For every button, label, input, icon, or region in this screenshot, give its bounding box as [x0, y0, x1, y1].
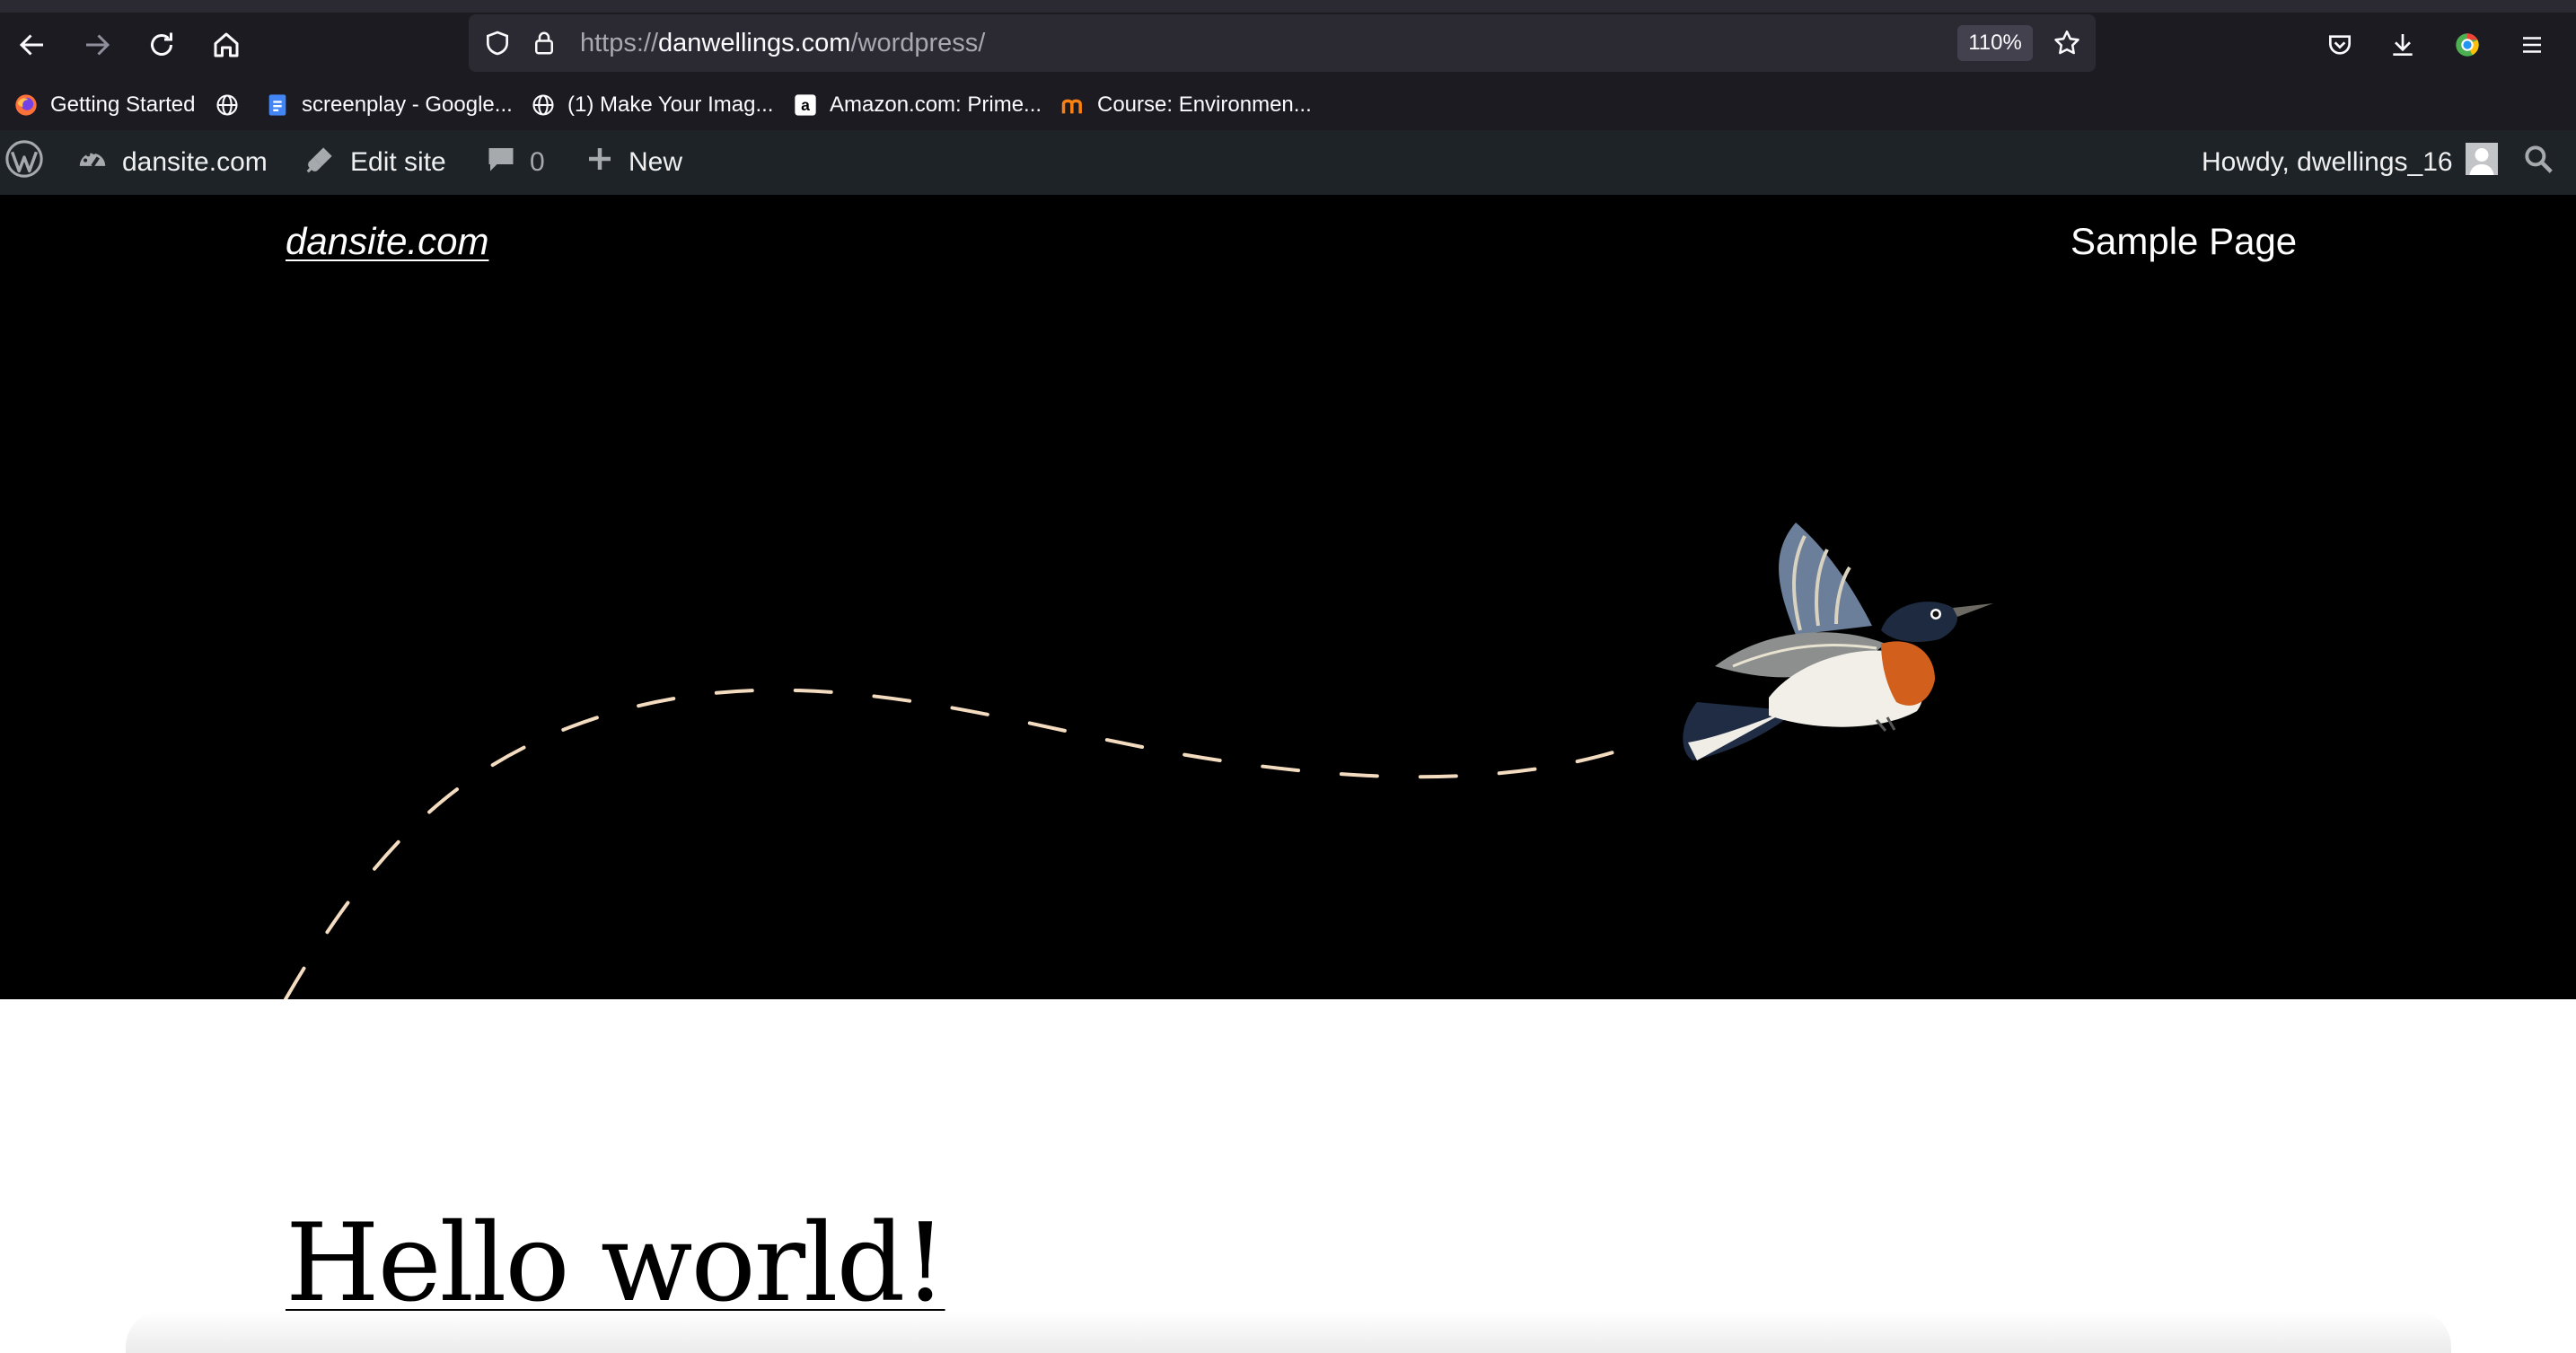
- plus-icon: [584, 143, 616, 182]
- comments-count: 0: [530, 147, 545, 177]
- globe-icon: [530, 92, 557, 119]
- back-arrow-icon: [19, 34, 43, 56]
- forward-button[interactable]: [74, 22, 120, 68]
- bookmark-amazon[interactable]: a Amazon.com: Prime...: [792, 83, 1042, 127]
- flying-bird-illustration: [1683, 523, 1993, 760]
- edit-site-label: Edit site: [350, 147, 446, 177]
- site-header-hero: dansite.com Sample Page: [0, 195, 2576, 999]
- url-scheme: https://: [580, 29, 659, 57]
- new-label: New: [629, 147, 683, 177]
- browser-chrome: https://danwellings.com/wordpress/ 110% …: [0, 0, 2576, 130]
- adminbar-search-button[interactable]: [2521, 130, 2555, 195]
- downloads-icon[interactable]: [2383, 25, 2422, 65]
- howdy-label: Howdy, dwellings_16: [2202, 147, 2453, 177]
- bookmark-label: screenplay - Google...: [302, 92, 513, 117]
- home-icon: [214, 32, 239, 57]
- post-title-link[interactable]: Hello world!: [286, 1201, 947, 1326]
- bookmark-star-icon[interactable]: [2049, 25, 2085, 61]
- lock-icon[interactable]: [528, 27, 560, 59]
- search-icon: [2521, 142, 2555, 183]
- firefox-icon: [13, 92, 40, 119]
- pocket-icon[interactable]: [2320, 25, 2360, 65]
- bookmark-label: (1) Make Your Imag...: [567, 92, 774, 117]
- amazon-icon: a: [792, 92, 819, 119]
- tab-strip: [0, 0, 2576, 13]
- url-host: danwellings.com: [658, 29, 851, 57]
- extension-icon[interactable]: [2448, 25, 2487, 65]
- zoom-level-button[interactable]: 110%: [1957, 25, 2033, 61]
- menu-icon[interactable]: [2512, 25, 2552, 65]
- url-text[interactable]: https://danwellings.com/wordpress/: [580, 29, 985, 58]
- google-docs-icon: [264, 92, 291, 119]
- flight-path-dashed-line: [284, 688, 1645, 999]
- bookmark-course[interactable]: Course: Environmen...: [1059, 83, 1312, 127]
- bookmark-label: Getting Started: [50, 92, 196, 117]
- my-account-button[interactable]: Howdy, dwellings_16: [2202, 130, 2498, 195]
- bookmark-label: Course: Environmen...: [1097, 92, 1312, 117]
- reload-button[interactable]: [138, 22, 185, 68]
- site-title-link[interactable]: dansite.com: [286, 220, 488, 263]
- adminbar-site-label: dansite.com: [122, 147, 268, 177]
- reload-icon: [151, 32, 172, 56]
- content-shadow: [126, 1311, 2451, 1353]
- moodle-icon: [1059, 92, 1086, 119]
- bookmark-getting-started[interactable]: Getting Started: [13, 83, 195, 127]
- bookmark-label: Amazon.com: Prime...: [830, 92, 1042, 117]
- nav-sample-page-link[interactable]: Sample Page: [2070, 220, 2297, 263]
- bookmark-screenplay[interactable]: screenplay - Google...: [264, 83, 513, 127]
- globe-icon: [214, 92, 241, 119]
- home-button[interactable]: [203, 22, 250, 68]
- wp-logo-button[interactable]: [4, 130, 45, 195]
- bookmark-globe[interactable]: [214, 83, 241, 127]
- comment-bubble-icon: [485, 143, 517, 182]
- wordpress-logo-icon: [4, 138, 45, 187]
- avatar: [2465, 143, 2498, 182]
- forward-arrow-icon: [86, 34, 110, 56]
- wp-admin-bar: dansite.com Edit site 0 New Howdy, dwell…: [0, 130, 2576, 195]
- new-content-button[interactable]: New: [584, 130, 682, 195]
- dashboard-gauge-icon: [75, 142, 110, 183]
- tracking-protection-shield-icon[interactable]: [481, 27, 514, 59]
- back-button[interactable]: [9, 22, 56, 68]
- adminbar-site-name[interactable]: dansite.com: [75, 130, 268, 195]
- brush-icon: [303, 142, 338, 183]
- comments-button[interactable]: 0: [485, 130, 545, 195]
- edit-site-button[interactable]: Edit site: [303, 130, 446, 195]
- address-bar[interactable]: https://danwellings.com/wordpress/ 110%: [469, 14, 2096, 72]
- url-path: /wordpress/: [850, 29, 986, 57]
- bookmark-make-your-image[interactable]: (1) Make Your Imag...: [530, 83, 773, 127]
- svg-text:a: a: [801, 96, 810, 114]
- bookmarks-toolbar: Getting Started screenplay - Google... (…: [0, 83, 2576, 127]
